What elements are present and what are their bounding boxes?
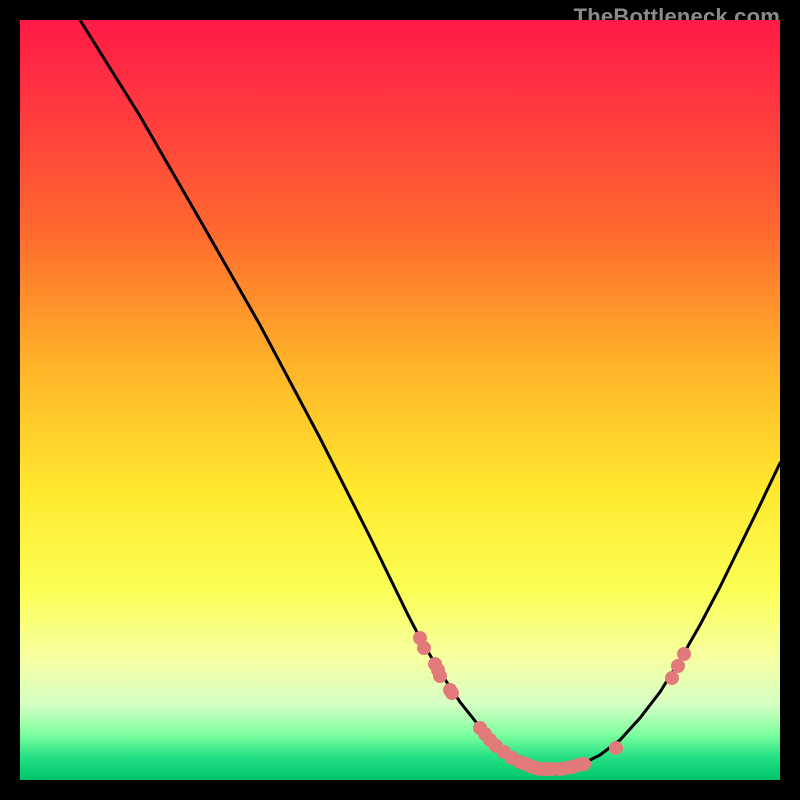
data-dot [609, 741, 623, 755]
data-dot [445, 686, 459, 700]
plot-area [20, 20, 780, 780]
data-dot [671, 659, 685, 673]
chart-frame: TheBottleneck.com [0, 0, 800, 800]
data-dot [433, 669, 447, 683]
bottleneck-curve [80, 20, 780, 769]
data-dot [577, 757, 591, 771]
data-dot [677, 647, 691, 661]
data-dot [417, 641, 431, 655]
curve-svg [20, 20, 780, 780]
data-dot [665, 671, 679, 685]
